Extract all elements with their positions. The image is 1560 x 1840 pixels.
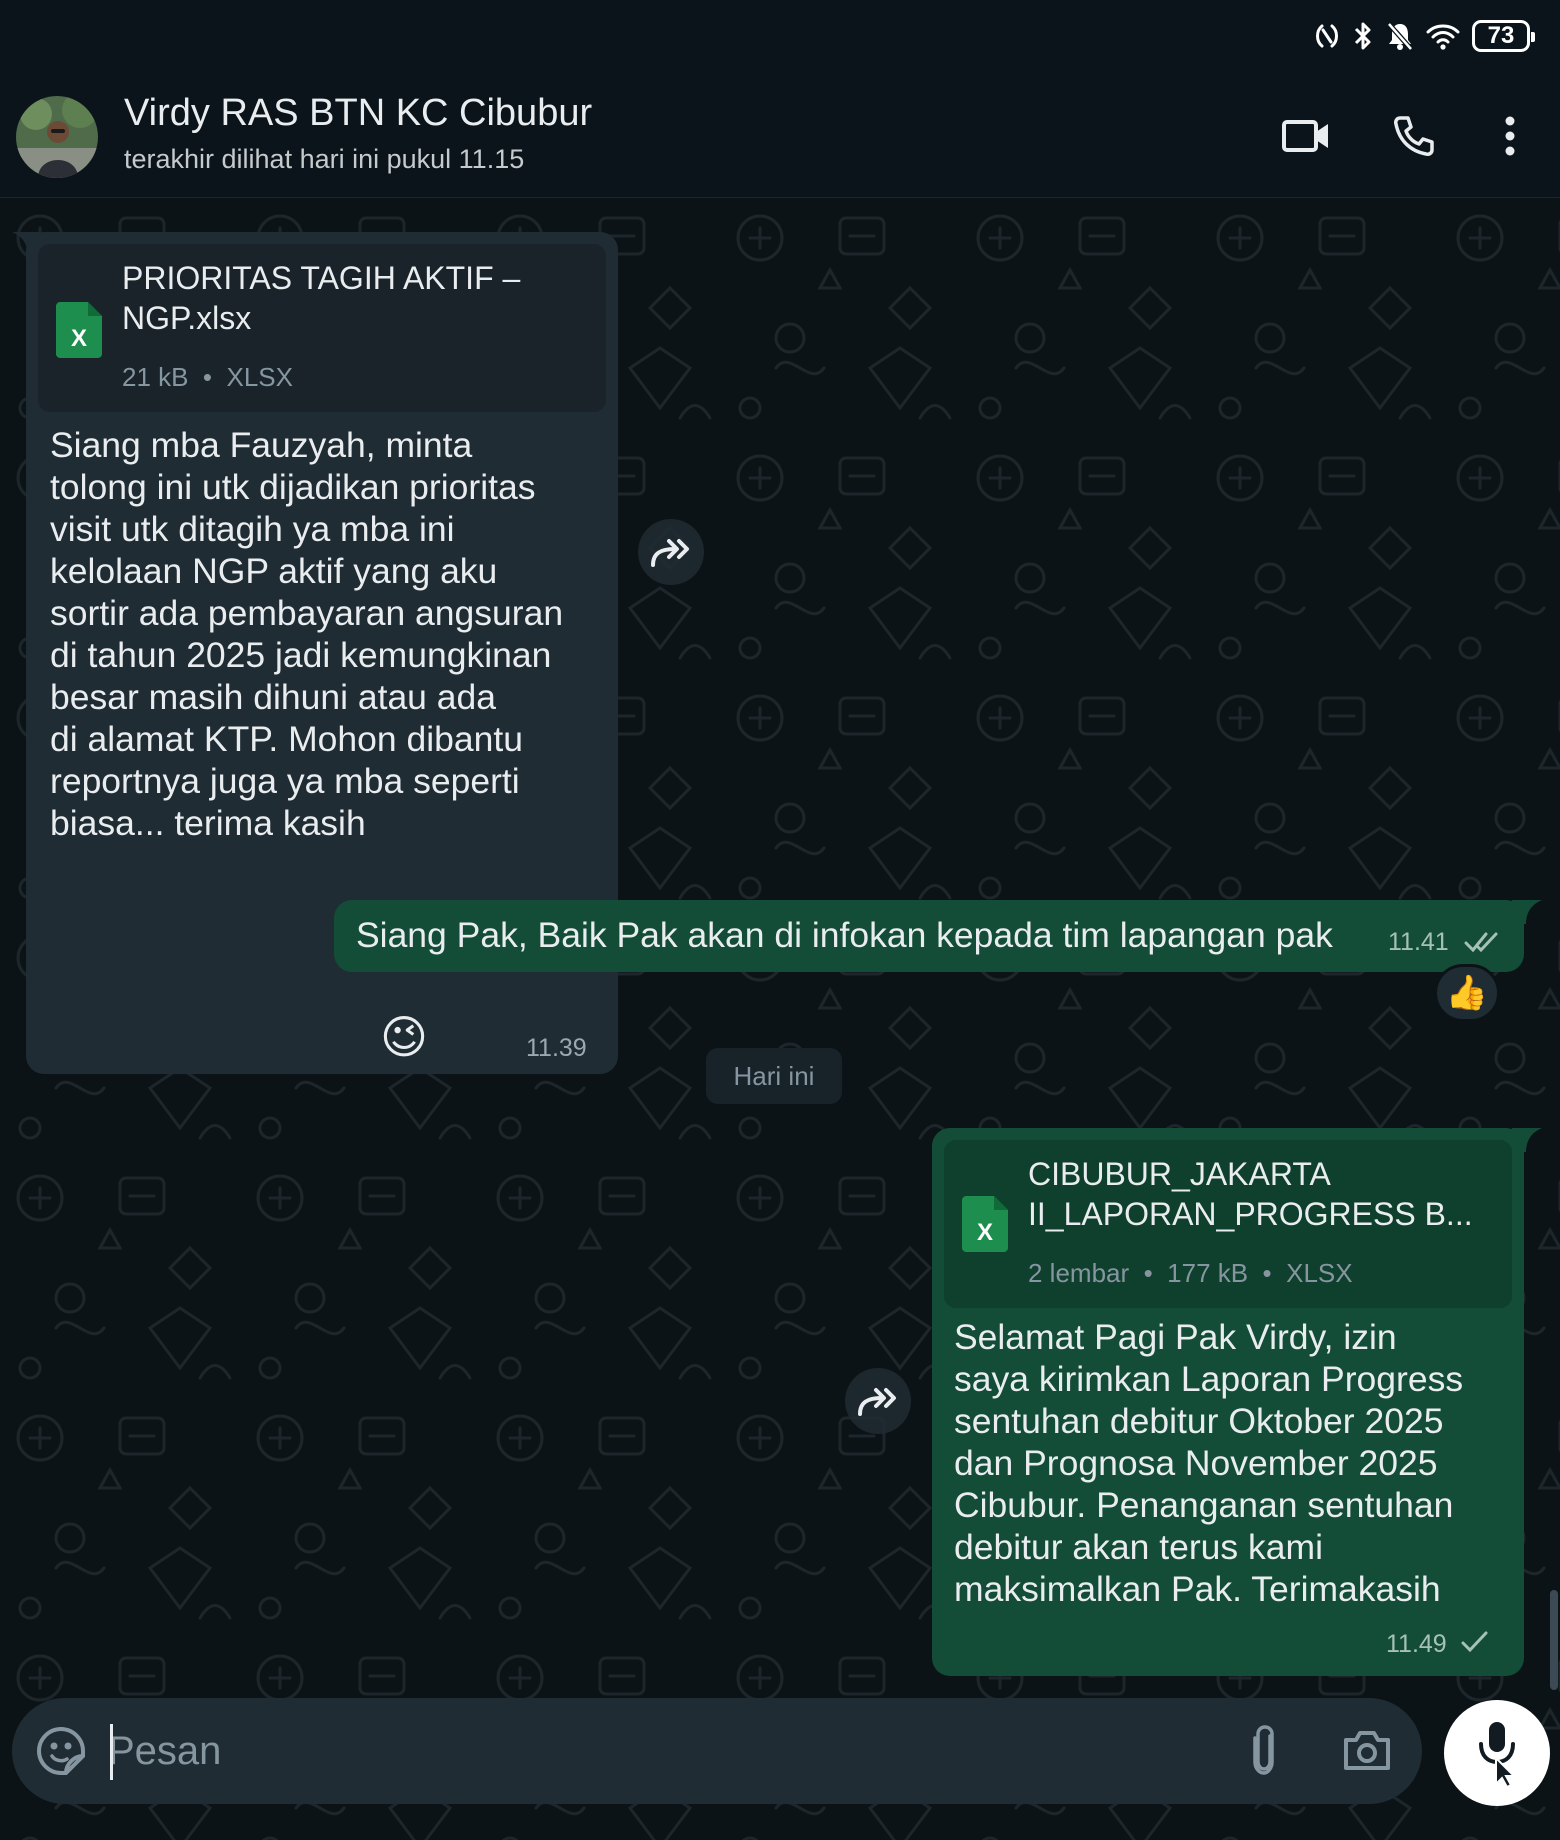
document-attachment[interactable]: X PRIORITAS TAGIH AKTIF – NGP.xlsx 21 kB… (38, 244, 606, 412)
chat-scrollbar[interactable] (1550, 1590, 1558, 1690)
message-text: Siang Pak, Baik Pak akan di infokan kepa… (356, 915, 1333, 955)
single-tick-icon (1461, 1631, 1488, 1653)
document-name-line-2: II_LAPORAN_PROGRESS B... (1028, 1196, 1473, 1232)
forward-button[interactable] (638, 519, 704, 585)
video-call-button[interactable] (1276, 106, 1336, 166)
forward-button[interactable] (845, 1368, 911, 1434)
wifi-icon (1426, 24, 1460, 50)
attach-button[interactable] (1246, 1724, 1282, 1781)
camera-button[interactable] (1342, 1728, 1392, 1777)
svg-text:X: X (977, 1219, 993, 1246)
message-input[interactable] (108, 1720, 1208, 1782)
message-composer (12, 1698, 1422, 1804)
document-meta: 2 lembar • 177 kB • XLSX (1028, 1258, 1353, 1288)
avatar[interactable] (16, 96, 98, 178)
outgoing-message-bubble[interactable]: X CIBUBUR_JAKARTA II_LAPORAN_PROGRESS B.… (932, 1128, 1524, 1676)
text-caret (110, 1724, 113, 1780)
sticker-button[interactable] (36, 1726, 86, 1781)
document-name: PRIORITAS TAGIH AKTIF – NGP.xlsx (122, 258, 520, 338)
svg-text:X: X (71, 325, 87, 352)
status-bar: 73 (0, 0, 1560, 72)
message-time: 11.49 (1386, 1630, 1447, 1658)
voice-call-icon (1394, 116, 1434, 156)
battery-icon: 73 (1472, 20, 1535, 52)
document-name-line-1: CIBUBUR_JAKARTA (1028, 1156, 1331, 1192)
message-time: 11.41 (1388, 928, 1449, 956)
mic-icon (1479, 1722, 1517, 1788)
forward-icon (651, 539, 689, 567)
thumbs-up-reaction[interactable]: 👍 (1434, 964, 1500, 1022)
status-icons: 73 (1314, 18, 1535, 54)
sticker-icon (36, 1726, 85, 1775)
double-tick-icon (1464, 932, 1498, 953)
bell-off-icon (1387, 22, 1413, 51)
chat-header: Virdy RAS BTN KC Cibubur terakhir diliha… (0, 72, 1560, 198)
date-separator: Hari ini (706, 1048, 842, 1104)
more-vert-icon (1505, 116, 1515, 156)
outgoing-message-bubble[interactable]: Siang Pak, Baik Pak akan di infokan kepa… (334, 900, 1524, 972)
nfc-icon (1316, 24, 1338, 48)
voice-record-button[interactable] (1444, 1700, 1550, 1806)
more-options-button[interactable] (1480, 106, 1540, 166)
message-text: Siang mba Fauzyah, minta tolong ini utk … (50, 425, 564, 843)
message-time: 11.39 (526, 1034, 587, 1062)
forward-icon (858, 1388, 896, 1416)
last-seen-status: terakhir dilihat hari ini pukul 11.15 (124, 144, 525, 174)
winking-emoji: 😉 (380, 1011, 428, 1063)
message-text: Selamat Pagi Pak Virdy, izin saya kirimk… (954, 1317, 1464, 1609)
document-meta: 21 kB • XLSX (122, 362, 293, 392)
bluetooth-icon (1354, 22, 1371, 50)
excel-file-icon: X (962, 1196, 1008, 1252)
attach-icon (1253, 1725, 1274, 1775)
chat-area[interactable]: X PRIORITAS TAGIH AKTIF – NGP.xlsx 21 kB… (0, 198, 1560, 1840)
document-name-line-1: PRIORITAS TAGIH AKTIF – (122, 260, 521, 296)
document-name-line-2: NGP.xlsx (122, 300, 252, 336)
document-name: CIBUBUR_JAKARTA II_LAPORAN_PROGRESS B... (1028, 1154, 1473, 1234)
camera-icon (1344, 1731, 1390, 1770)
voice-call-button[interactable] (1384, 106, 1444, 166)
document-attachment[interactable]: X CIBUBUR_JAKARTA II_LAPORAN_PROGRESS B.… (944, 1140, 1512, 1308)
video-call-icon (1282, 120, 1328, 152)
battery-level: 73 (1487, 22, 1515, 49)
contact-name[interactable]: Virdy RAS BTN KC Cibubur (124, 92, 592, 135)
excel-file-icon: X (56, 302, 102, 358)
